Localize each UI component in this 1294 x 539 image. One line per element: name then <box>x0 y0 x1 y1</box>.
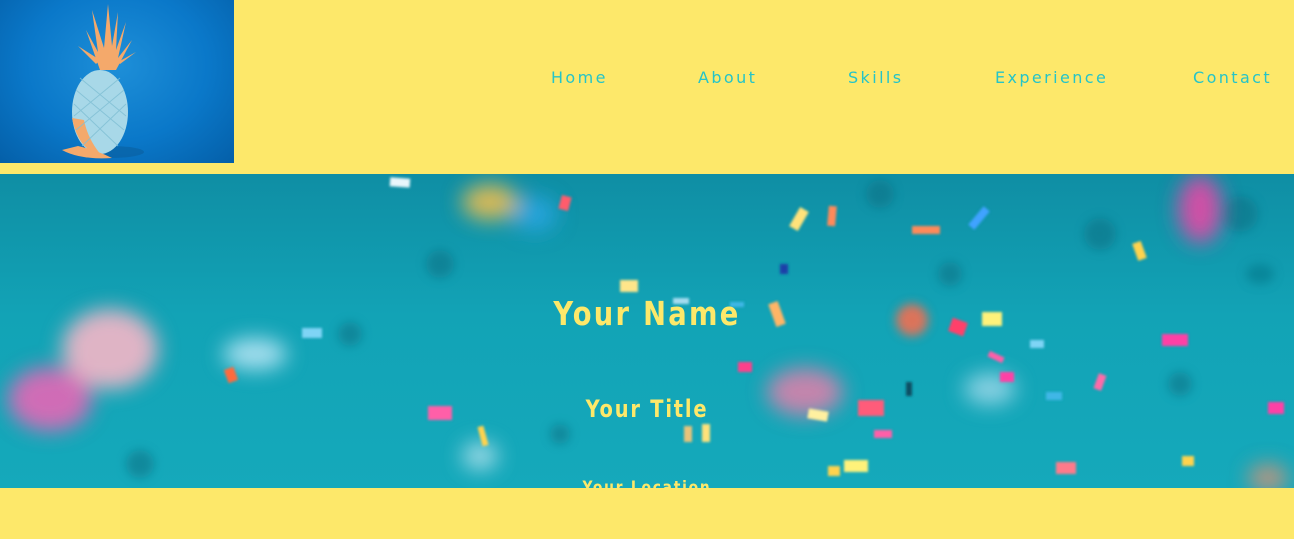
hero-title: Your Title <box>585 395 709 423</box>
nav-item-contact[interactable]: Contact <box>1193 68 1272 87</box>
site-header: Home About Skills Experience Contact <box>0 0 1294 174</box>
bottom-band <box>0 488 1294 539</box>
hero-location: Your Location <box>582 478 712 488</box>
main-nav: Home About Skills Experience Contact <box>0 68 1294 92</box>
nav-item-about[interactable]: About <box>698 68 757 87</box>
nav-item-home[interactable]: Home <box>551 68 608 87</box>
nav-item-experience[interactable]: Experience <box>995 68 1108 87</box>
hero-section: Your Name Your Title Your Location <box>0 174 1294 488</box>
hero-name: Your Name <box>553 294 741 333</box>
nav-item-skills[interactable]: Skills <box>848 68 904 87</box>
